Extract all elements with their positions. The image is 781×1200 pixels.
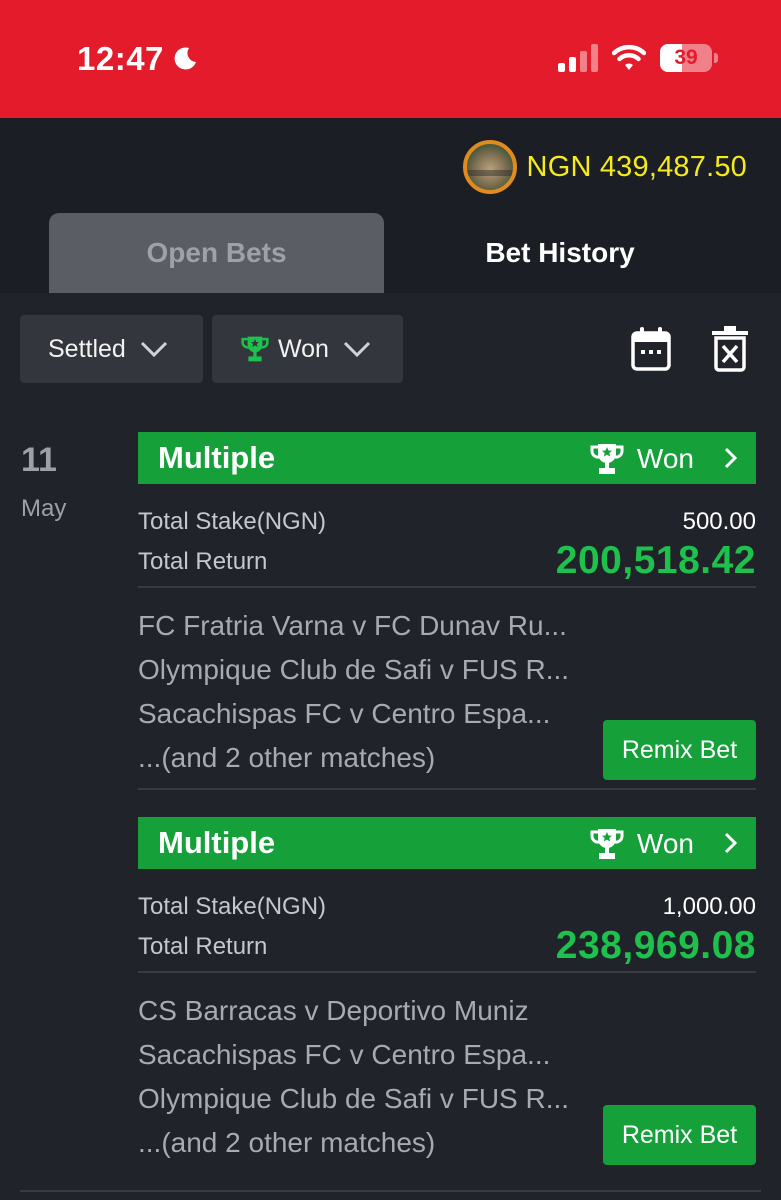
bet-type: Multiple [158,825,276,860]
account-balance[interactable]: NGN 439,487.50 [462,140,747,194]
bet-status-label: Won [636,828,694,859]
match-item: Sacachispas FC v Centro Espa... [138,1039,551,1070]
match-item: CS Barracas v Deportivo Muniz [138,995,529,1026]
date-day: 11 [21,441,57,479]
divider [138,971,756,973]
avatar[interactable] [462,140,517,194]
chevron-right-icon [724,447,738,469]
signal-icon [558,44,598,72]
total-return-label: Total Return [138,548,268,575]
divider [20,1190,761,1192]
status-bar: 12:47 39 [0,0,781,118]
status-filter-dropdown[interactable]: Settled [20,315,203,383]
bet-status: Won [589,442,694,476]
result-filter-dropdown[interactable]: Won [212,315,403,383]
trophy-icon [590,829,624,859]
bet-card: Multiple Won Total Stake(NGN) 500.00 Tot… [138,432,756,790]
trophy-icon [241,336,269,362]
bet-status-label: Won [636,443,694,474]
remix-bet-button[interactable]: Remix Bet [603,1105,756,1165]
total-return-value: 238,969.08 [555,924,756,967]
match-item: Olympique Club de Safi v FUS R... [138,654,570,685]
bet-type: Multiple [158,440,276,475]
total-return-value: 200,518.42 [555,539,756,582]
total-stake-label: Total Stake(NGN) [138,893,327,920]
total-return-label: Total Return [138,933,268,960]
match-item: Sacachispas FC v Centro Espa... [138,698,551,729]
status-time: 12:47 [77,40,164,77]
chevron-down-icon [140,341,167,358]
total-stake-value: 1,000.00 [662,893,756,920]
more-matches: ...(and 2 other matches) [138,1127,436,1158]
moon-icon [174,47,196,70]
match-item: Olympique Club de Safi v FUS R... [138,1083,570,1114]
date-month: May [21,495,67,522]
battery-level: 39 [674,46,698,69]
tab-bet-history[interactable]: Bet History [392,213,728,293]
remix-bet-button[interactable]: Remix Bet [603,720,756,780]
calendar-icon[interactable] [630,326,672,372]
battery-indicator: 39 [660,44,720,72]
total-stake-label: Total Stake(NGN) [138,508,327,535]
divider [138,586,756,588]
divider [138,788,756,790]
bet-card: Multiple Won Total Stake(NGN) 1,000.00 T… [138,817,756,1174]
tab-open-bets[interactable]: Open Bets [49,213,384,293]
bet-card-header[interactable]: Multiple Won [138,432,756,484]
clear-trash-icon[interactable] [710,326,750,372]
bet-status: Won [589,827,694,861]
result-filter-label: Won [278,334,329,363]
trophy-icon [590,444,624,474]
wifi-icon [612,44,646,70]
total-stake-value: 500.00 [682,508,756,535]
match-item: FC Fratria Varna v FC Dunav Ru... [138,610,567,641]
more-matches: ...(and 2 other matches) [138,742,436,773]
bet-card-header[interactable]: Multiple Won [138,817,756,869]
chevron-right-icon [724,832,738,854]
status-filter-label: Settled [48,334,126,363]
chevron-down-icon [343,341,371,358]
balance-amount: NGN 439,487.50 [526,150,747,183]
